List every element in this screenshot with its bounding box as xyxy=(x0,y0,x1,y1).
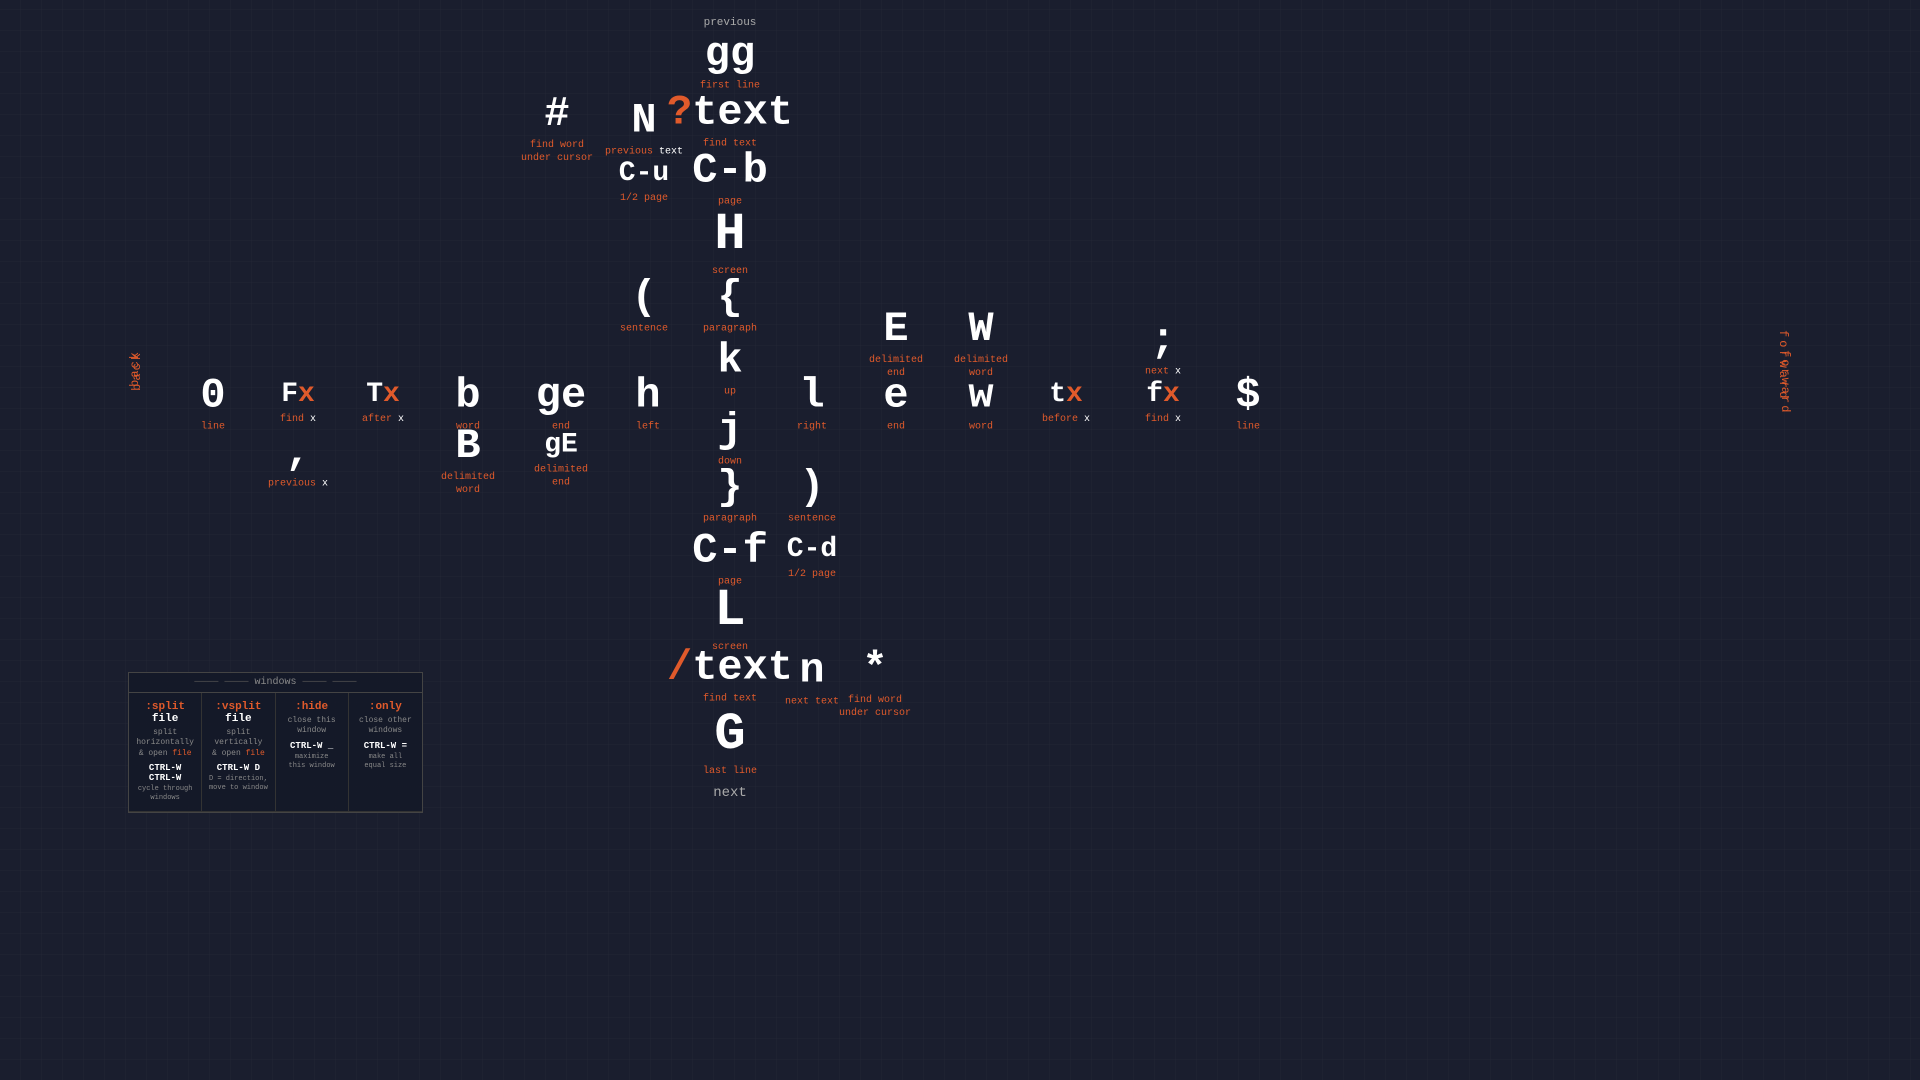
key-lcurly: { paragraph xyxy=(703,274,757,335)
key-cf: C-f page xyxy=(692,527,768,588)
key-B: B delimitedword xyxy=(441,423,495,497)
previous-label: previous xyxy=(704,14,757,30)
key-cu: C-u 1/2 page xyxy=(619,159,669,205)
key-gE: gE delimitedend xyxy=(534,431,588,490)
key-cb: C-b page xyxy=(692,147,768,208)
key-e: e end xyxy=(883,372,908,433)
key-j: j down xyxy=(717,407,742,468)
key-cd: C-d 1/2 page xyxy=(787,535,837,581)
key-n: n next text xyxy=(785,647,839,708)
key-w: w word xyxy=(968,372,993,433)
key-l: l right xyxy=(797,372,827,433)
key-tx: tx before x xyxy=(1042,380,1090,426)
key-Fx: Fx find x xyxy=(280,380,316,426)
key-rcurly: } paragraph xyxy=(703,464,757,525)
back-side-label: back xyxy=(130,350,144,391)
windows-split: :split file split horizontally& open fil… xyxy=(129,693,202,812)
key-dollar: $ line xyxy=(1235,372,1260,433)
key-comma: , previous x xyxy=(268,429,328,490)
key-Tx: Tx after x xyxy=(362,380,404,426)
vim-cheatsheet: back forward previous gg first line # fi… xyxy=(0,0,1920,1080)
windows-grid: :split file split horizontally& open fil… xyxy=(129,693,422,812)
key-slash-text: /text find text xyxy=(667,644,793,705)
windows-panel: ———— windows ———— :split file split hori… xyxy=(128,672,423,813)
windows-hide: :hide close thiswindow CTRL-W _ maximize… xyxy=(276,693,349,812)
forward-side-label: forward xyxy=(1776,330,1790,401)
key-qtext: ?text find text xyxy=(667,89,793,150)
key-G: G last line xyxy=(703,706,757,778)
key-semicolon: ; next x xyxy=(1145,317,1181,378)
windows-title: ———— windows ———— xyxy=(129,673,422,693)
key-0: 0 line xyxy=(200,372,225,433)
windows-only: :only close otherwindows CTRL-W = make a… xyxy=(349,693,422,812)
next-label: next xyxy=(713,783,747,801)
key-W: W delimitedword xyxy=(954,306,1008,380)
key-ge: ge end xyxy=(536,372,586,433)
key-H: H screen xyxy=(712,206,748,278)
key-lparen: ( sentence xyxy=(620,274,668,335)
key-hash: # find wordunder cursor xyxy=(521,91,593,165)
key-asterisk: * find wordunder cursor xyxy=(839,646,911,720)
key-E: E delimitedend xyxy=(869,306,923,380)
key-fx: fx find x xyxy=(1145,380,1181,426)
key-h: h left xyxy=(635,372,660,433)
windows-vsplit: :vsplit file split vertically& open file… xyxy=(202,693,275,812)
key-rparen: ) sentence xyxy=(788,464,836,525)
key-k: k up xyxy=(717,337,742,398)
key-gg: gg first line xyxy=(700,31,760,92)
